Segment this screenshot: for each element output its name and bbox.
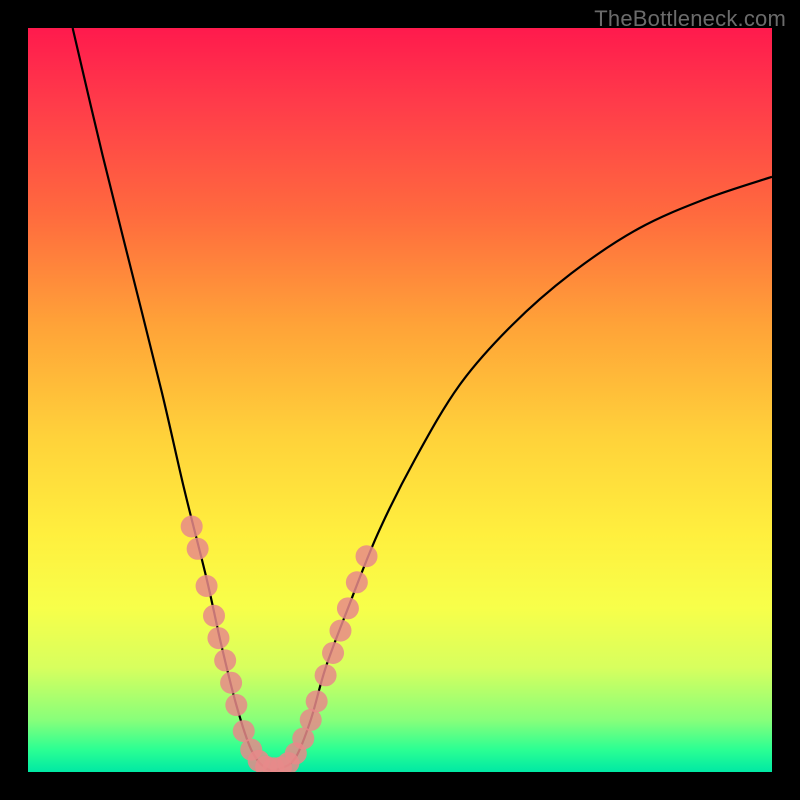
watermark-text: TheBottleneck.com <box>594 6 786 32</box>
marker-dot <box>346 571 368 593</box>
marker-dot <box>225 694 247 716</box>
bottleneck-curve <box>73 28 772 770</box>
marker-dot <box>203 605 225 627</box>
marker-dot <box>207 627 229 649</box>
marker-dot <box>337 597 359 619</box>
curve-layer <box>73 28 772 770</box>
chart-plot-area <box>28 28 772 772</box>
marker-dot <box>306 690 328 712</box>
marker-layer <box>181 515 378 772</box>
marker-dot <box>300 709 322 731</box>
marker-dot <box>322 642 344 664</box>
marker-dot <box>329 620 351 642</box>
marker-dot <box>181 515 203 537</box>
marker-dot <box>187 538 209 560</box>
marker-dot <box>196 575 218 597</box>
chart-svg <box>28 28 772 772</box>
chart-frame: TheBottleneck.com <box>0 0 800 800</box>
marker-dot <box>220 672 242 694</box>
marker-dot <box>356 545 378 567</box>
marker-dot <box>214 649 236 671</box>
marker-dot <box>315 664 337 686</box>
